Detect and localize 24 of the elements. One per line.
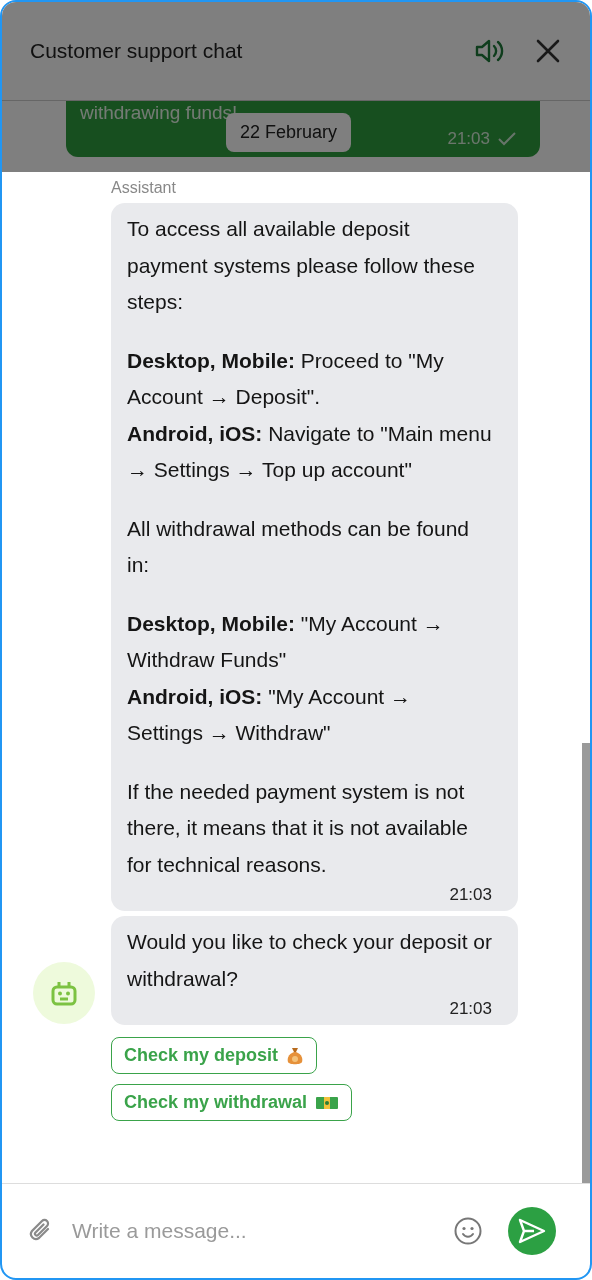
message-text: Android, iOS: Navigate to "Main menu → Settings → Top up account"	[127, 420, 492, 483]
message-text: If the needed payment system is not there, it means that it is not available for technical reasons.	[127, 778, 469, 878]
money-bag-icon	[286, 1045, 305, 1066]
quick-reply-button[interactable]: Check my deposit	[111, 1037, 318, 1074]
scrollbar-thumb[interactable]	[582, 743, 590, 1183]
message-text: Would you like to check your deposit or withdrawal?	[127, 929, 492, 992]
window-title: Customer support chat	[30, 39, 243, 63]
send-button[interactable]	[508, 1207, 556, 1255]
message-text: Android, iOS: "My Account → Settings → Withdraw"	[127, 683, 412, 746]
sender-name: Assistant	[111, 179, 177, 197]
message-text: Desktop, Mobile: Proceed to "My Account → Deposit".	[127, 347, 445, 410]
message-text: All withdrawal methods can be found in:	[127, 515, 471, 578]
close-icon[interactable]	[536, 39, 560, 63]
message-input[interactable]: Write a message...	[70, 1218, 438, 1244]
message-time: 21:03	[447, 129, 490, 149]
quick-reply-button[interactable]: Check my withdrawal	[111, 1084, 353, 1121]
message-text: To access all available deposit payment systems please follow these steps:	[127, 216, 476, 315]
message-text: Desktop, Mobile: "My Account → Withdraw Funds"	[127, 610, 445, 673]
send-icon	[518, 1218, 546, 1244]
banknote-icon	[315, 1094, 340, 1111]
smiley-icon[interactable]	[454, 1217, 482, 1245]
sound-icon[interactable]	[474, 37, 506, 65]
message-time: 21:03	[449, 999, 492, 1019]
message-time: 21:03	[449, 885, 492, 905]
